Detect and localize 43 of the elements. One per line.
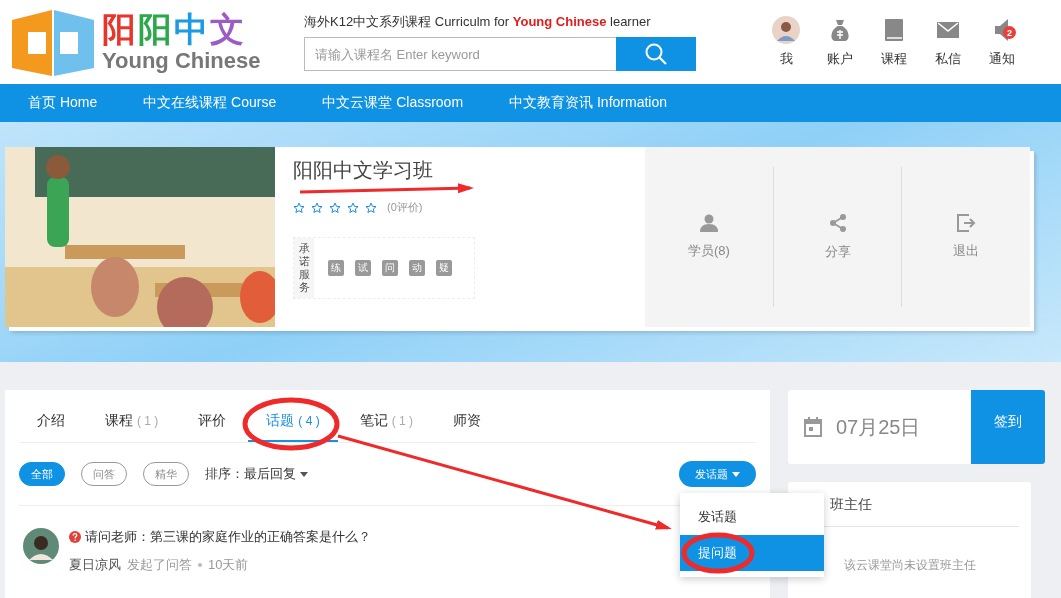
tab[interactable]: 笔记 ( 1 ): [341, 412, 432, 442]
tab[interactable]: 评价: [180, 412, 245, 442]
exit-icon: [956, 214, 977, 232]
service-tag: 问: [382, 260, 398, 276]
service-tag: 动: [409, 260, 425, 276]
person-icon: [699, 214, 718, 232]
tab[interactable]: 介绍: [19, 412, 83, 442]
user-menu-item[interactable]: 课程: [874, 16, 914, 68]
tab[interactable]: 话题 ( 4 ): [248, 412, 338, 442]
search-button[interactable]: [616, 37, 696, 71]
service-tag: 练: [328, 260, 344, 276]
tagline: 海外K12中文系列课程 Curriculm for Young Chinese learner: [304, 13, 652, 31]
topic-action: 发起了问答: [127, 556, 192, 574]
avatar-icon: [23, 528, 59, 564]
user-menu-item[interactable]: 2 通知: [982, 16, 1022, 68]
question-icon: [69, 531, 81, 543]
user-menu-item[interactable]: 私信: [928, 16, 968, 68]
topic-time: 10天前: [208, 556, 249, 574]
mail-icon: [937, 22, 959, 38]
logo-subtitle: Young Chinese: [102, 48, 261, 74]
empty-message: 该云课堂尚未设置班主任: [842, 557, 977, 574]
date-text: 07月25日: [836, 414, 921, 440]
book-icon: [884, 18, 904, 42]
author-link[interactable]: 夏日凉风: [69, 556, 121, 574]
avatar-icon: [772, 16, 800, 44]
promise-label: 承诺服务: [294, 238, 314, 298]
user-menu-item[interactable]: 我: [766, 16, 806, 68]
service-tag: 试: [355, 260, 371, 276]
class-title: 阳阳中文学习班: [293, 159, 433, 181]
sort-label: 排序：: [205, 465, 244, 483]
sort-dropdown[interactable]: 最后回复: [244, 465, 308, 483]
search-icon: [644, 42, 668, 66]
money-bag-icon: [829, 18, 851, 42]
share-icon: [828, 213, 847, 233]
calendar-icon: [804, 417, 822, 437]
search-field[interactable]: 请输入课程名 Enter keyword: [304, 37, 616, 71]
tab[interactable]: 师资: [435, 412, 500, 442]
topic-title-link[interactable]: 请问老师：第三课的家庭作业的正确答案是什么？: [85, 528, 371, 546]
service-tag: 疑: [436, 260, 452, 276]
rating-count: (0评价): [387, 200, 423, 215]
logo-text: 阳阳中文: [102, 10, 247, 48]
user-menu-item[interactable]: 账户: [820, 16, 860, 68]
tab[interactable]: 课程 ( 1 ): [87, 412, 177, 442]
